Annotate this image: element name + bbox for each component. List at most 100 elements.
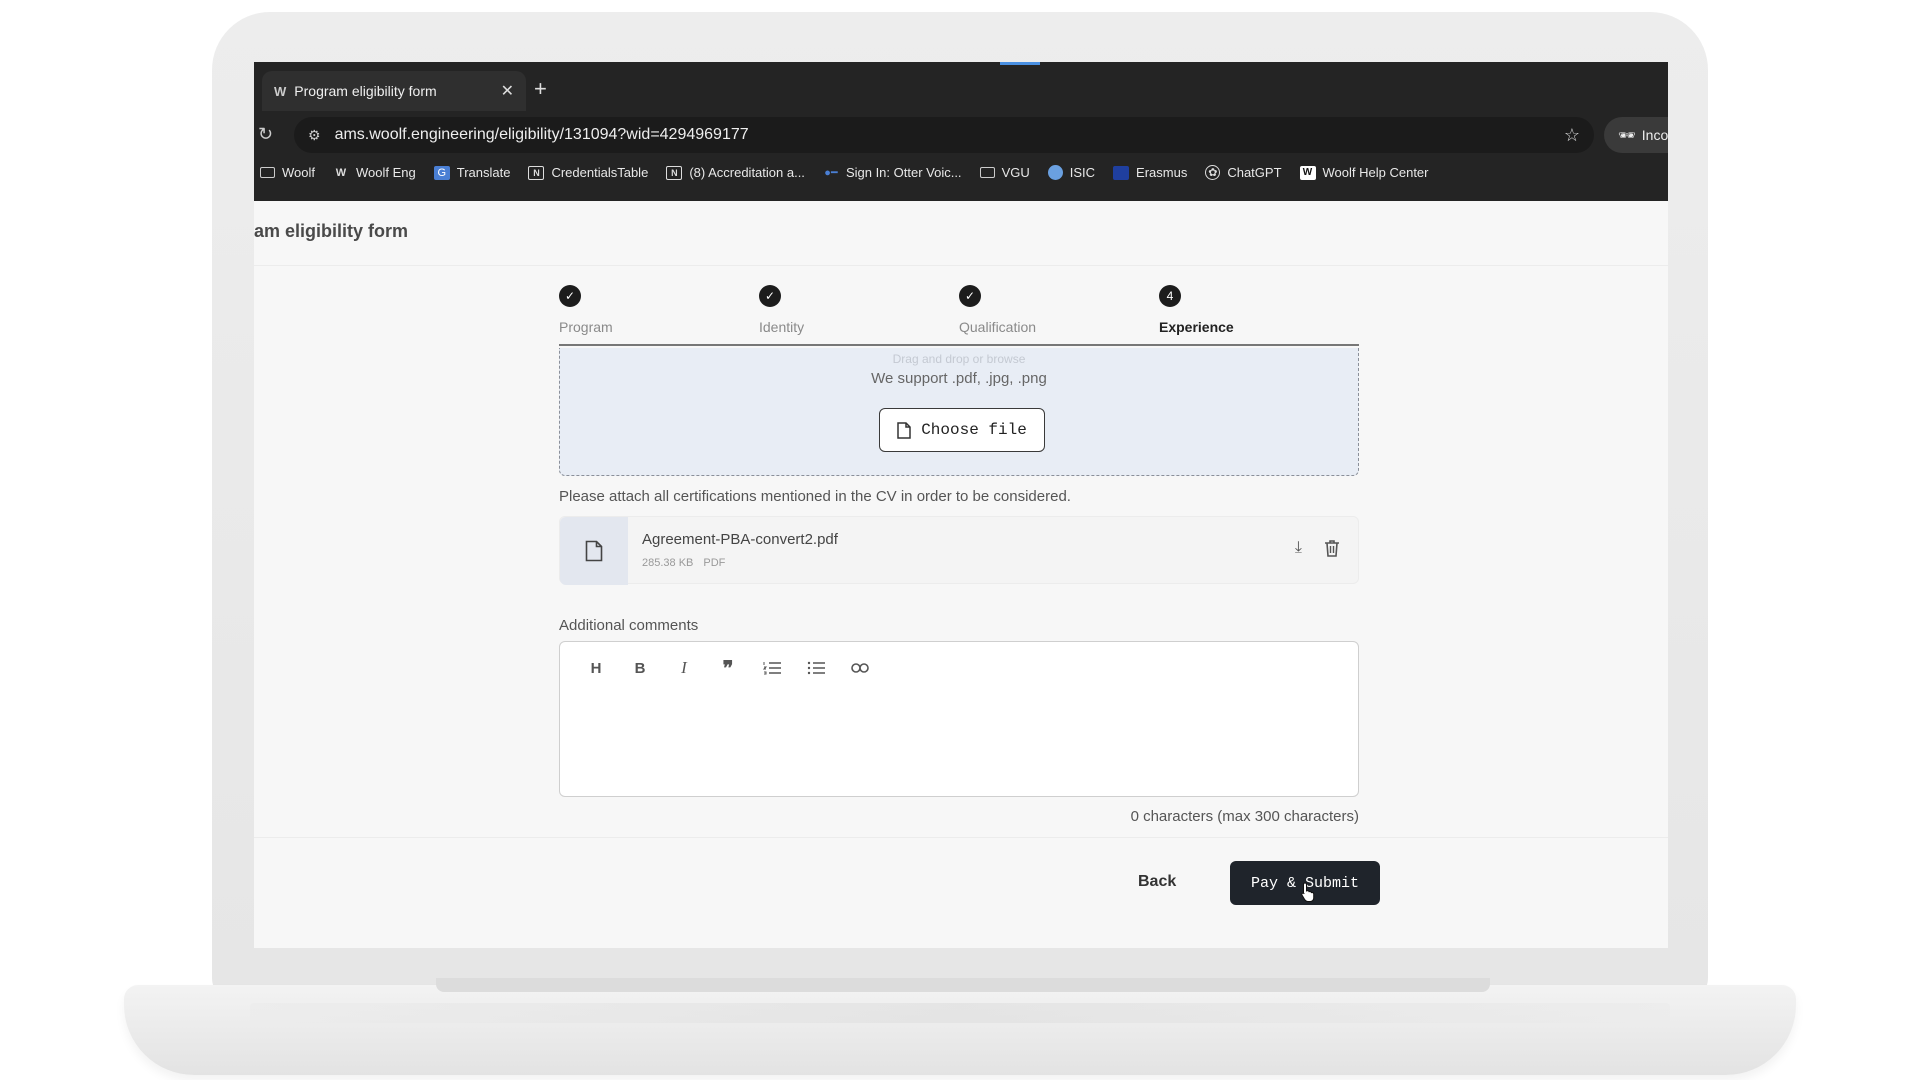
bookmark-label: ISIC (1069, 165, 1096, 180)
comments-label: Additional comments (559, 617, 699, 634)
upload-hint: Please attach all certifications mention… (559, 488, 1071, 505)
bookmark-translate[interactable]: G Translate (433, 165, 510, 180)
bookmark-label: Woolf Eng (356, 165, 416, 180)
file-size: 285.38 KB (642, 557, 694, 569)
bookmark-woolf-eng[interactable]: W Woolf Eng (333, 165, 416, 180)
step-qualification[interactable]: ✓ Qualification (959, 285, 1036, 335)
bookmark-star-icon[interactable]: ☆ (1564, 125, 1580, 146)
hand-cursor-icon (1301, 882, 1315, 902)
incognito-label: Incognito (1641, 127, 1668, 143)
dropzone-faded-text: Drag and drop or browse (892, 352, 1026, 366)
page-content: am eligibility form ✓ Program ✓ Identity… (254, 201, 1668, 948)
bookmarks-bar: Woolf W Woolf Eng G Translate N Credentials… (260, 165, 1429, 180)
woolf-icon: W (1299, 165, 1316, 180)
file-type: PDF (703, 557, 726, 569)
file-dropzone[interactable]: Drag and drop or browse We support .pdf,… (559, 348, 1359, 476)
bookmark-label: VGU (1001, 165, 1030, 180)
step-label: Qualification (959, 319, 1037, 335)
notion-icon: N (666, 165, 683, 180)
laptop-keyboard-edge (250, 1003, 1670, 1023)
bookmark-label: Woolf (282, 165, 315, 180)
choose-file-label: Choose file (921, 421, 1027, 439)
quote-icon[interactable]: ❞ (706, 654, 750, 682)
bookmark-woolf[interactable]: Woolf (260, 165, 315, 180)
step-experience[interactable]: 4 Experience (1159, 285, 1234, 335)
bookmark-woolf-help[interactable]: W Woolf Help Center (1299, 165, 1429, 180)
tab-favicon: W (274, 83, 287, 99)
bookmark-chatgpt[interactable]: ✿ ChatGPT (1205, 165, 1282, 180)
folder-icon (979, 167, 995, 178)
bookmark-credentialstable[interactable]: N CredentialsTable (528, 165, 648, 180)
bookmark-label: Sign In: Otter Voic... (845, 165, 962, 180)
file-actions: ⤓ (1295, 539, 1340, 557)
new-tab-button[interactable]: + (534, 76, 547, 102)
heading-button[interactable]: H (574, 654, 618, 682)
laptop-hinge (436, 978, 1490, 992)
translate-icon: G (433, 165, 450, 180)
file-name: Agreement-PBA-convert2.pdf (642, 531, 838, 548)
bookmark-isic[interactable]: ISIC (1047, 165, 1096, 180)
character-counter: 0 characters (max 300 characters) (1130, 808, 1359, 825)
bookmark-label: (8) Accreditation a... (689, 165, 805, 180)
file-thumbnail (560, 517, 628, 585)
step-label: Program (559, 319, 613, 335)
tab-title: Program eligibility form (294, 83, 437, 99)
link-icon[interactable] (838, 654, 882, 682)
erasmus-icon (1113, 165, 1130, 180)
site-settings-icon[interactable]: ⚙ (308, 127, 321, 144)
bookmark-erasmus[interactable]: Erasmus (1113, 165, 1187, 180)
step-number: 4 (1159, 285, 1181, 307)
bookmark-label: Woolf Help Center (1322, 165, 1429, 180)
italic-button[interactable]: I (662, 654, 706, 682)
step-identity[interactable]: ✓ Identity (759, 285, 804, 335)
browser-chrome: W Program eligibility form ✕ + ↻ ⚙ ams.w… (254, 62, 1668, 201)
notion-icon: N (528, 165, 545, 180)
document-icon (585, 540, 603, 562)
laptop-base (124, 985, 1796, 1075)
file-icon (897, 421, 911, 439)
editor-toolbar: H B I ❞ (574, 654, 882, 682)
stepper: ✓ Program ✓ Identity ✓ Qualification 4 E… (559, 285, 1359, 346)
bookmark-label: Erasmus (1136, 165, 1188, 180)
bookmark-otter[interactable]: ●━ Sign In: Otter Voic... (823, 165, 962, 180)
step-label: Experience (1159, 319, 1234, 335)
bold-button[interactable]: B (618, 654, 662, 682)
check-icon: ✓ (559, 285, 581, 307)
bookmark-label: CredentialsTable (551, 165, 649, 180)
laptop-screen: W Program eligibility form ✕ + ↻ ⚙ ams.w… (254, 62, 1668, 948)
incognito-badge[interactable]: 🕶 Incognito (1604, 117, 1668, 153)
supported-formats-text: We support .pdf, .jpg, .png (871, 370, 1047, 387)
otter-icon: ●━ (824, 167, 838, 179)
file-meta: 285.38 KB PDF (642, 557, 725, 569)
close-tab-icon[interactable]: ✕ (501, 81, 514, 101)
footer-divider (254, 837, 1668, 838)
back-button[interactable]: Back (1138, 873, 1176, 891)
bullet-list-icon[interactable] (794, 654, 838, 682)
reload-icon[interactable]: ↻ (258, 124, 273, 145)
step-program[interactable]: ✓ Program (559, 285, 613, 335)
comments-editor[interactable]: H B I ❞ (559, 641, 1359, 797)
chatgpt-icon: ✿ (1205, 165, 1221, 180)
folder-icon (260, 167, 275, 178)
step-label: Identity (759, 319, 805, 335)
page-header: am eligibility form (254, 201, 1668, 266)
browser-tab[interactable]: W Program eligibility form ✕ (262, 71, 526, 111)
incognito-icon: 🕶 (1618, 126, 1636, 143)
url-text[interactable]: ams.woolf.engineering/eligibility/131094… (335, 126, 1550, 144)
check-icon: ✓ (759, 285, 781, 307)
bookmark-accreditation[interactable]: N (8) Accreditation a... (666, 165, 805, 180)
address-bar[interactable]: ⚙ ams.woolf.engineering/eligibility/1310… (294, 117, 1594, 153)
isic-icon (1047, 165, 1063, 180)
ordered-list-icon[interactable] (750, 654, 794, 682)
trash-icon[interactable] (1324, 539, 1340, 557)
check-icon: ✓ (959, 285, 981, 307)
stage: W Program eligibility form ✕ + ↻ ⚙ ams.w… (0, 0, 1920, 1080)
uploaded-file-card: Agreement-PBA-convert2.pdf 285.38 KB PDF… (559, 516, 1359, 585)
bookmark-label: ChatGPT (1227, 165, 1282, 180)
download-icon[interactable]: ⤓ (1295, 539, 1302, 557)
bookmark-vgu[interactable]: VGU (979, 165, 1030, 180)
woolf-icon: W (335, 166, 347, 179)
choose-file-button[interactable]: Choose file (879, 408, 1045, 452)
loading-indicator (1000, 62, 1040, 65)
page-title: am eligibility form (254, 221, 409, 241)
